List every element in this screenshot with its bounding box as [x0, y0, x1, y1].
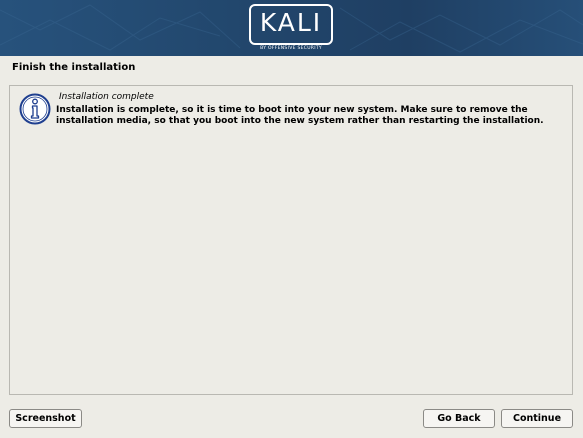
go-back-button[interactable]: Go Back: [423, 409, 495, 428]
screenshot-button[interactable]: Screenshot: [9, 409, 82, 428]
message-title: Installation complete: [59, 92, 154, 102]
page-title: Finish the installation: [12, 62, 136, 73]
message-body: Installation is complete, so it is time …: [56, 105, 544, 126]
info-icon: [19, 93, 51, 125]
message-panel: Installation complete Installation is co…: [9, 85, 573, 395]
kali-logo: KALI BY OFFENSIVE SECURITY: [249, 4, 333, 52]
continue-button[interactable]: Continue: [501, 409, 573, 428]
logo-subtext: BY OFFENSIVE SECURITY: [260, 46, 322, 51]
logo-text: KALI: [259, 8, 323, 37]
header-banner: KALI BY OFFENSIVE SECURITY: [0, 0, 583, 56]
